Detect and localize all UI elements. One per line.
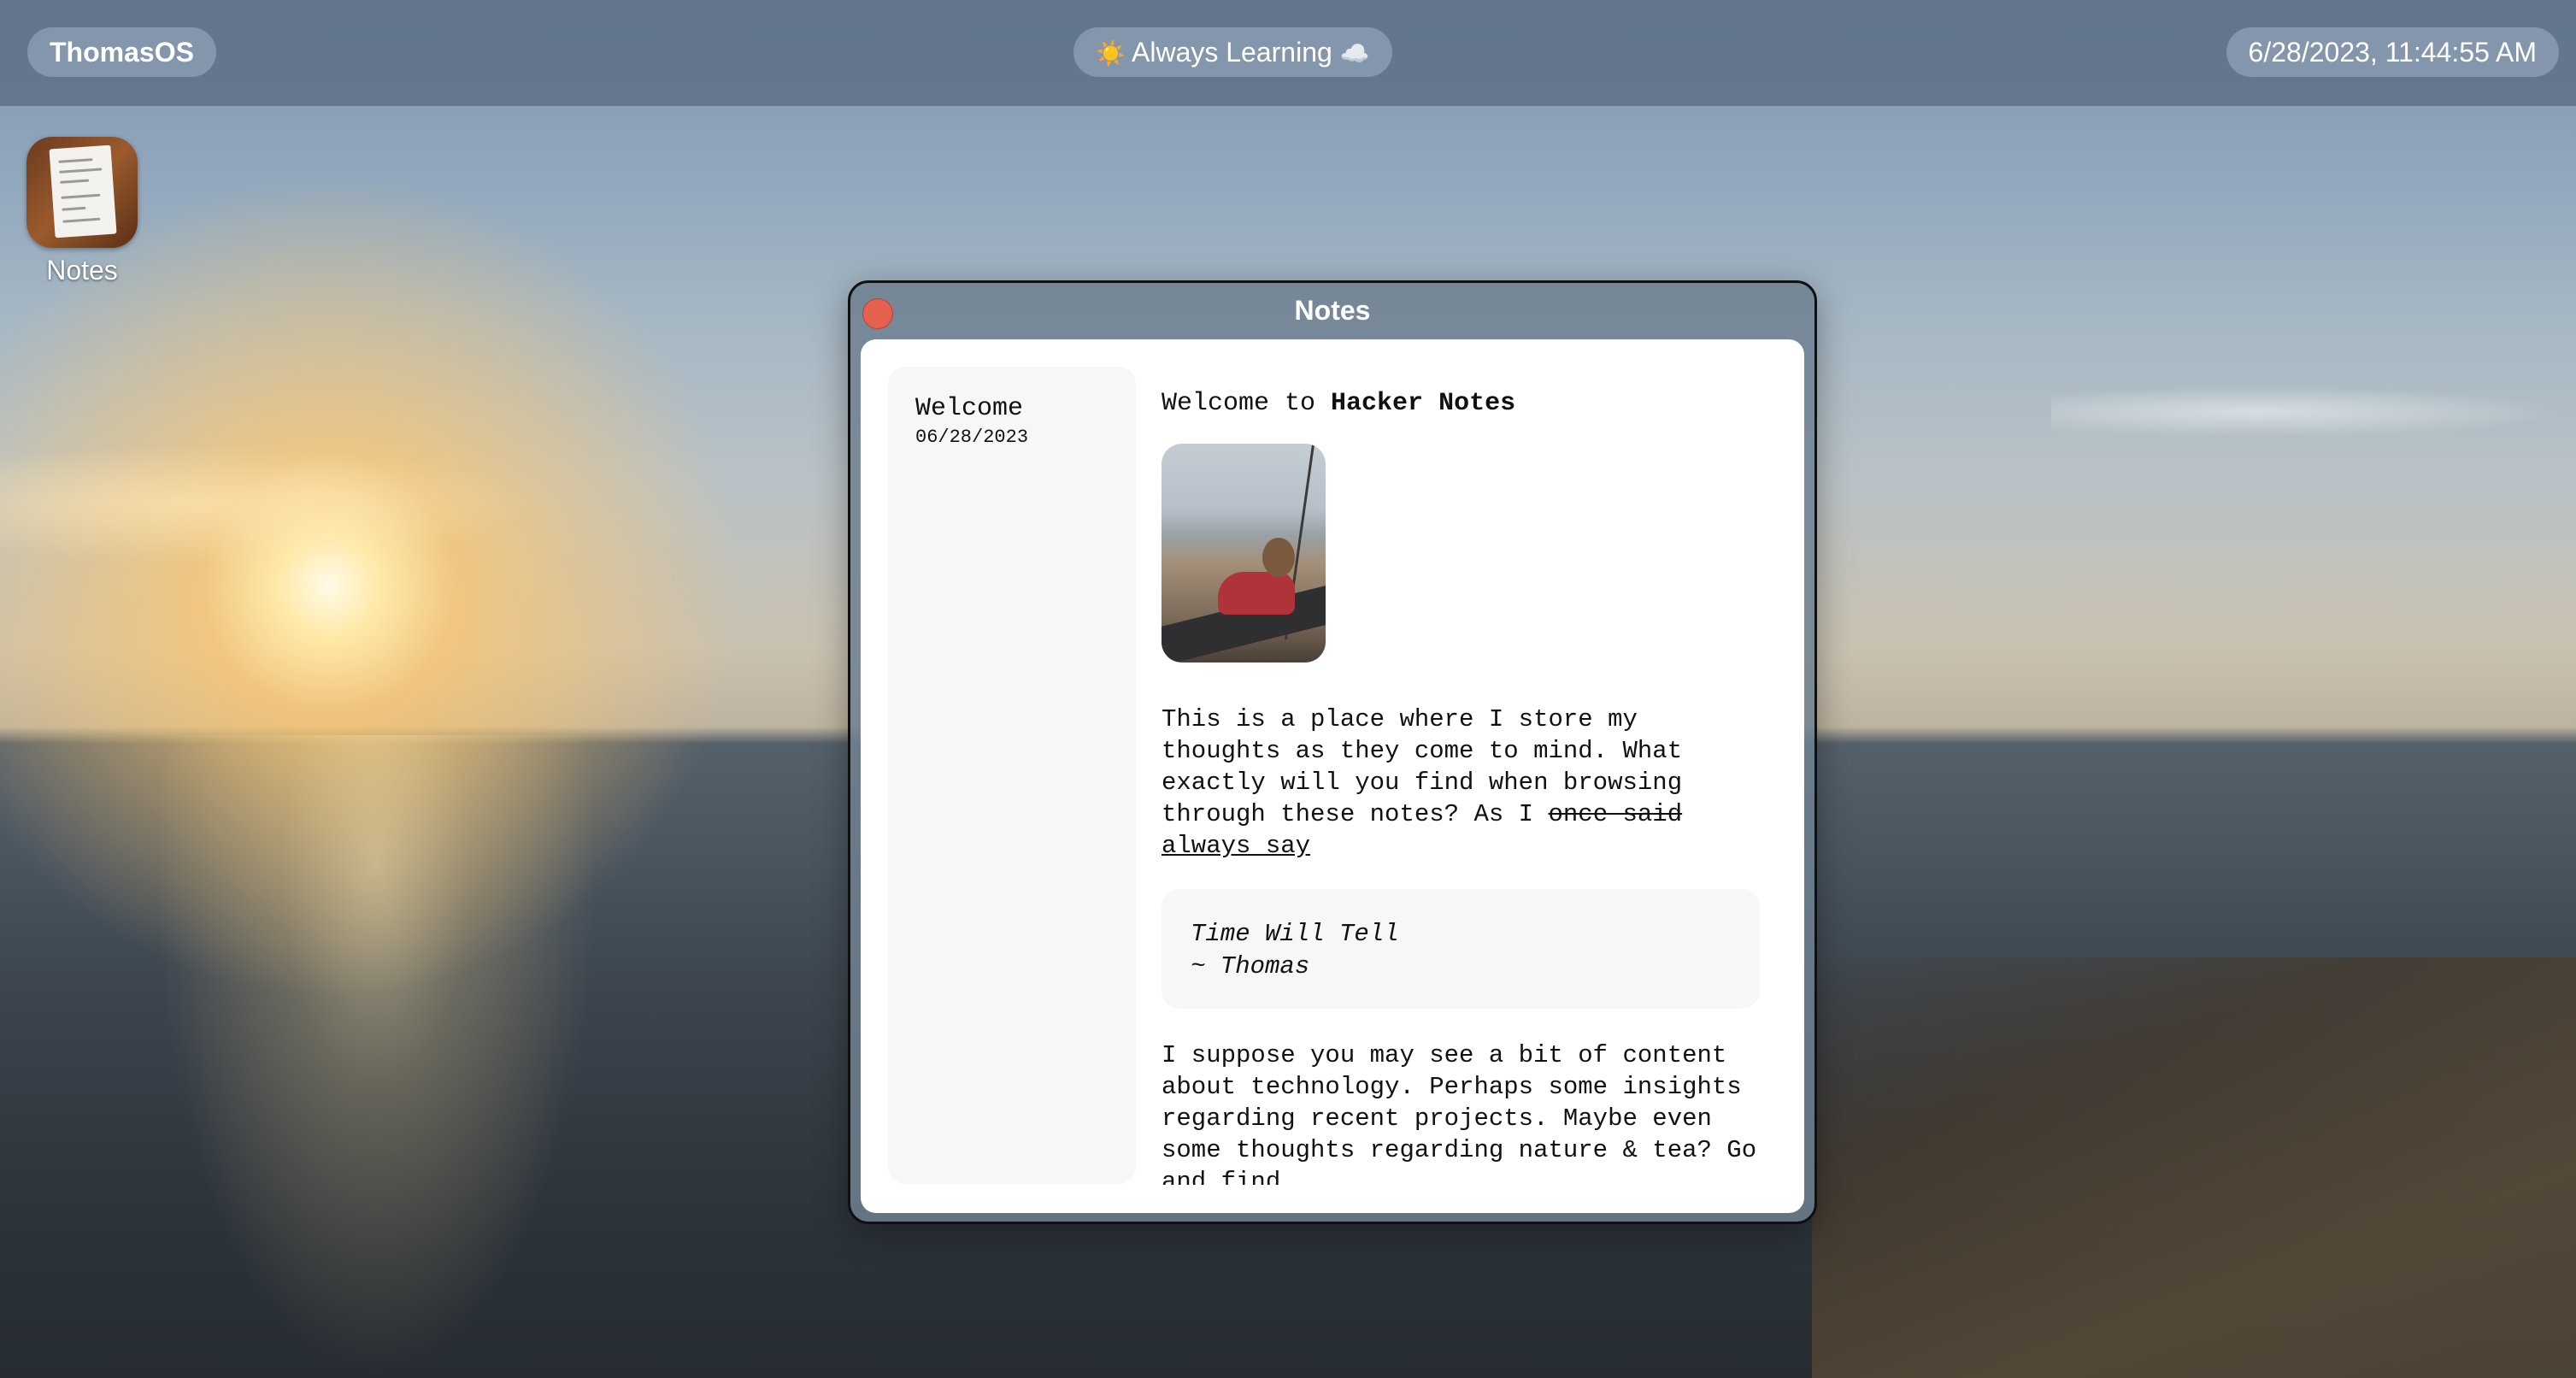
note-paragraph: This is a place where I store my thought… [1162, 704, 1760, 862]
note-heading: Welcome to Hacker Notes [1162, 389, 1777, 418]
cloud-icon: ☁️ [1339, 40, 1370, 67]
quote-attribution: ~ Thomas [1191, 952, 1310, 980]
notes-app-icon[interactable] [26, 137, 138, 248]
window-title: Notes [1294, 295, 1371, 326]
os-title[interactable]: ThomasOS [27, 27, 216, 77]
wallpaper-cloud [0, 445, 547, 564]
clock: 6/28/2023, 11:44:55 AM [2226, 27, 2559, 77]
note-list-item[interactable]: Welcome 06/28/2023 [915, 394, 1127, 448]
quote-block: Time Will Tell ~ Thomas [1162, 889, 1760, 1009]
desktop-icon-notes[interactable]: Notes [22, 137, 142, 286]
heading-prefix: Welcome to [1162, 389, 1332, 418]
note-content: Welcome to Hacker Notes This is a place … [1162, 389, 1777, 1213]
note-item-date: 06/28/2023 [915, 427, 1029, 448]
note-photo [1162, 444, 1326, 662]
note-item-title: Welcome [915, 394, 1024, 423]
wallpaper-cloud [2051, 386, 2564, 438]
note-paragraph: I suppose you may see a bit of content a… [1162, 1041, 1757, 1185]
status-text: Always Learning [1132, 37, 1332, 68]
window-body: Welcome 06/28/2023 Welcome to Hacker Not… [861, 339, 1804, 1213]
wallpaper-rocks [1812, 957, 2576, 1378]
underlined-text: always say [1162, 832, 1311, 860]
struck-text: once said [1548, 800, 1683, 828]
status-pill[interactable]: ☀️ Always Learning ☁️ [1073, 27, 1392, 77]
desktop-icon-label[interactable]: Notes [22, 255, 142, 286]
wallpaper-sun-reflection [154, 735, 598, 1378]
window-titlebar[interactable]: Notes [850, 283, 1814, 339]
heading-bold: Hacker Notes [1331, 389, 1516, 418]
notes-sidebar: Welcome 06/28/2023 [888, 367, 1136, 1184]
menu-bar: ThomasOS ☀️ Always Learning ☁️ 6/28/2023… [0, 0, 2576, 106]
notes-window: Notes Welcome 06/28/2023 Welcome to Hack… [848, 280, 1817, 1224]
sun-icon: ☀️ [1096, 40, 1126, 67]
desktop: ThomasOS ☀️ Always Learning ☁️ 6/28/2023… [0, 0, 2576, 1378]
quote-line: Time Will Tell [1191, 920, 1399, 948]
